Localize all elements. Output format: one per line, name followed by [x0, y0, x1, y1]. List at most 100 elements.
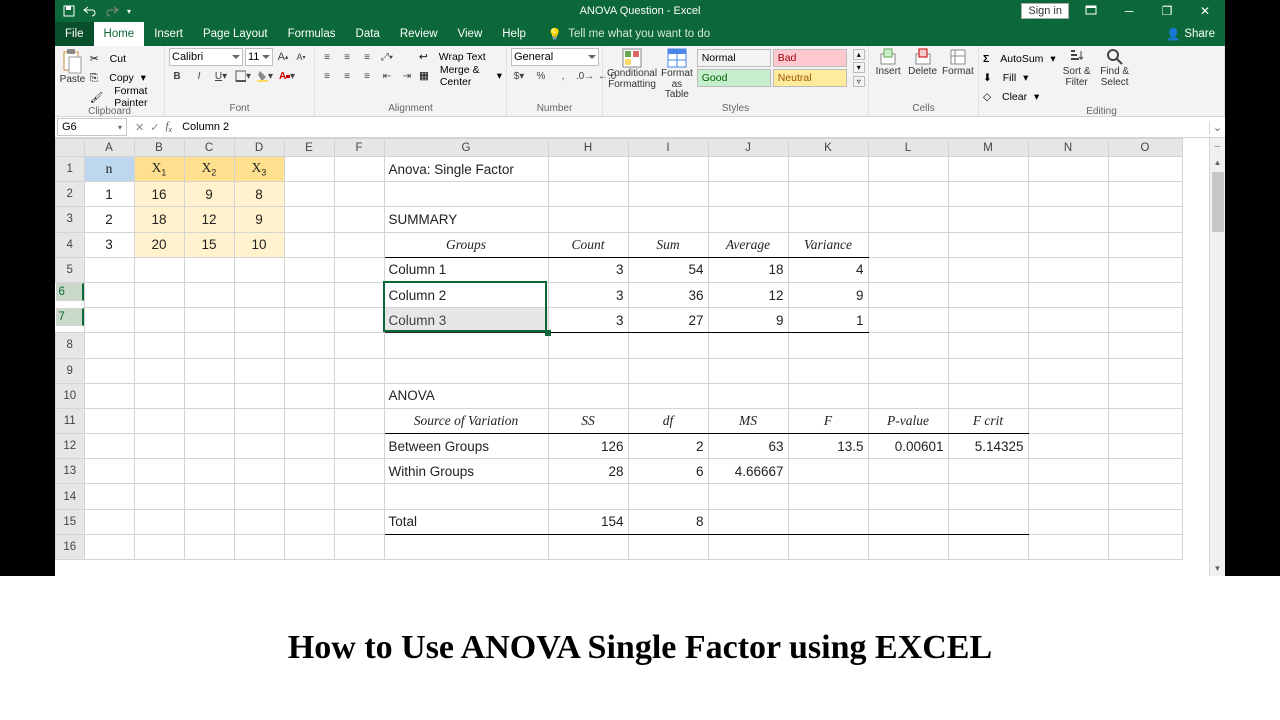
cell-H7[interactable]: 3: [548, 308, 628, 333]
enter-formula-icon[interactable]: ✓: [150, 121, 159, 134]
cell-B5[interactable]: [134, 257, 184, 282]
cell-F15[interactable]: [334, 509, 384, 534]
cell-D5[interactable]: [234, 257, 284, 282]
cell-A16[interactable]: [84, 534, 134, 559]
style-good[interactable]: Good: [697, 69, 771, 87]
cell-M12[interactable]: 5.14325: [948, 434, 1028, 459]
cell-F10[interactable]: [334, 383, 384, 408]
indent-increase-icon[interactable]: ⇥: [399, 68, 415, 84]
col-header-H[interactable]: H: [548, 139, 628, 157]
cell-N13[interactable]: [1028, 459, 1108, 484]
cell-L16[interactable]: [868, 534, 948, 559]
cell-C14[interactable]: [184, 484, 234, 509]
cell-G1[interactable]: Anova: Single Factor: [384, 157, 548, 182]
cell-H2[interactable]: [548, 182, 628, 207]
cell-J14[interactable]: [708, 484, 788, 509]
cell-K13[interactable]: [788, 459, 868, 484]
cell-K14[interactable]: [788, 484, 868, 509]
delete-cells-button[interactable]: Delete: [907, 48, 937, 78]
row-header-10[interactable]: 10: [56, 383, 85, 408]
cell-M1[interactable]: [948, 157, 1028, 182]
formula-input[interactable]: Column 2: [178, 121, 1209, 133]
cell-L3[interactable]: [868, 207, 948, 232]
accounting-format-icon[interactable]: $▾: [511, 68, 527, 84]
cell-O4[interactable]: [1108, 232, 1182, 257]
autosum-button[interactable]: Σ AutoSum ▾: [983, 50, 1056, 68]
cell-K6[interactable]: 9: [788, 282, 868, 307]
cell-L7[interactable]: [868, 308, 948, 333]
cell-M2[interactable]: [948, 182, 1028, 207]
cell-I15[interactable]: 8: [628, 509, 708, 534]
merge-center-button[interactable]: ▦ Merge & Center ▾: [419, 67, 502, 85]
cell-D2[interactable]: 8: [234, 182, 284, 207]
row-header-13[interactable]: 13: [56, 459, 85, 484]
cell-D8[interactable]: [234, 333, 284, 358]
cell-A3[interactable]: 2: [84, 207, 134, 232]
cell-I9[interactable]: [628, 358, 708, 383]
align-bottom-icon[interactable]: ≡: [359, 49, 375, 65]
cell-M16[interactable]: [948, 534, 1028, 559]
col-header-E[interactable]: E: [284, 139, 334, 157]
conditional-formatting-button[interactable]: Conditional Formatting: [607, 48, 657, 90]
cell-N9[interactable]: [1028, 358, 1108, 383]
cell-E9[interactable]: [284, 358, 334, 383]
cell-C13[interactable]: [184, 459, 234, 484]
cell-H14[interactable]: [548, 484, 628, 509]
fill-color-button[interactable]: ▾: [257, 68, 273, 84]
cell-K2[interactable]: [788, 182, 868, 207]
cell-O8[interactable]: [1108, 333, 1182, 358]
tab-insert[interactable]: Insert: [144, 22, 193, 46]
tab-page-layout[interactable]: Page Layout: [193, 22, 278, 46]
cell-I6[interactable]: 36: [628, 282, 708, 307]
cell-F6[interactable]: [334, 282, 384, 307]
undo-icon[interactable]: [83, 5, 97, 17]
cell-G9[interactable]: [384, 358, 548, 383]
row-header-7[interactable]: 7: [56, 308, 84, 326]
font-size-select[interactable]: 11: [245, 48, 273, 66]
col-header-G[interactable]: G: [384, 139, 548, 157]
border-button[interactable]: ▾: [235, 68, 251, 84]
cell-B7[interactable]: [134, 308, 184, 333]
cell-A8[interactable]: [84, 333, 134, 358]
cell-I16[interactable]: [628, 534, 708, 559]
cell-O11[interactable]: [1108, 408, 1182, 433]
cell-E13[interactable]: [284, 459, 334, 484]
share-button[interactable]: 👤 Share: [1156, 22, 1225, 46]
tab-review[interactable]: Review: [390, 22, 448, 46]
maximize-icon[interactable]: ❐: [1151, 4, 1183, 18]
scroll-up-icon[interactable]: ▲: [1210, 154, 1225, 170]
number-format-select[interactable]: General: [511, 48, 599, 66]
cell-I5[interactable]: 54: [628, 257, 708, 282]
cell-G4[interactable]: Groups: [384, 232, 548, 257]
cell-J11[interactable]: MS: [708, 408, 788, 433]
font-color-button[interactable]: A▾: [279, 68, 295, 84]
cell-C10[interactable]: [184, 383, 234, 408]
row-header-3[interactable]: 3: [56, 207, 85, 232]
signin-button[interactable]: Sign in: [1021, 3, 1069, 19]
cell-G5[interactable]: Column 1: [384, 257, 548, 282]
cancel-formula-icon[interactable]: ✕: [135, 121, 144, 134]
cell-D16[interactable]: [234, 534, 284, 559]
cell-C16[interactable]: [184, 534, 234, 559]
row-header-15[interactable]: 15: [56, 509, 85, 534]
cell-J16[interactable]: [708, 534, 788, 559]
italic-button[interactable]: I: [191, 68, 207, 84]
row-header-9[interactable]: 9: [56, 358, 85, 383]
cell-M13[interactable]: [948, 459, 1028, 484]
cell-G13[interactable]: Within Groups: [384, 459, 548, 484]
comma-format-icon[interactable]: ,: [555, 68, 571, 84]
cell-O9[interactable]: [1108, 358, 1182, 383]
cell-J13[interactable]: 4.66667: [708, 459, 788, 484]
cell-A4[interactable]: 3: [84, 232, 134, 257]
cell-J10[interactable]: [708, 383, 788, 408]
cell-J3[interactable]: [708, 207, 788, 232]
vertical-scrollbar[interactable]: ─ ▲ ▼: [1209, 138, 1225, 576]
col-header-B[interactable]: B: [134, 139, 184, 157]
style-neutral[interactable]: Neutral: [773, 69, 847, 87]
cell-I4[interactable]: Sum: [628, 232, 708, 257]
cell-M15[interactable]: [948, 509, 1028, 534]
cell-N11[interactable]: [1028, 408, 1108, 433]
cell-M14[interactable]: [948, 484, 1028, 509]
cell-C2[interactable]: 9: [184, 182, 234, 207]
col-header-I[interactable]: I: [628, 139, 708, 157]
